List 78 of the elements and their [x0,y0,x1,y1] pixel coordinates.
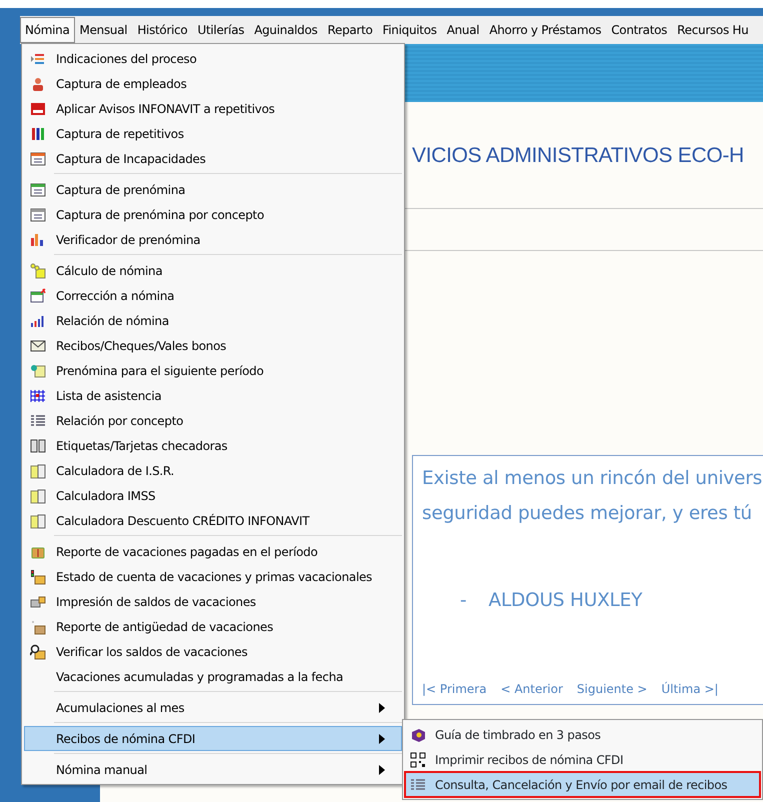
menu-item[interactable]: Acumulaciones al mes [24,695,402,720]
menu-item[interactable]: Captura de Incapacidades [24,146,402,171]
menu-item-icon [30,512,46,528]
menu-item-icon [30,362,46,378]
menu-item-icon [30,594,46,610]
pager-link[interactable]: |< Primera [422,680,487,698]
menu-item[interactable]: Calculadora Descuento CRÉDITO INFONAVIT [24,508,402,533]
menu-item[interactable]: Captura de empleados [24,71,402,96]
author-dash: - [460,589,466,613]
menu-bar-item[interactable]: Anual [442,17,484,43]
menu-item[interactable]: Captura de prenómina [24,177,402,202]
menu-bar-item[interactable]: Ahorro y Préstamos [484,17,606,43]
menu-bar-item[interactable]: Aguinaldos [249,17,322,43]
menu-bar-item[interactable]: Mensual [74,17,132,43]
menu-item[interactable]: Vacaciones acumuladas y programadas a la fecha [24,664,402,689]
menu-item-icon [30,412,46,428]
menu-item[interactable]: Recibos/Cheques/Vales bonos [24,333,402,358]
menu-item-icon [30,182,46,198]
pager-link[interactable]: Última >| [661,680,718,698]
menu-bar-item[interactable]: Finiquitos [378,17,442,43]
menu-item-icon [30,288,46,304]
quote-text-line: seguridad puedes mejorar, y eres tú [422,502,753,526]
submenu-arrow-icon [379,734,385,744]
menu-item-icon [30,568,46,584]
menu-item[interactable]: Captura de repetitivos [24,121,402,146]
menu-bar-item[interactable]: Reparto [322,17,378,43]
menu-item[interactable]: Corrección a nómina [24,283,402,308]
menu-item-icon [30,618,46,634]
menu-item-icon [30,462,46,478]
menu-item[interactable]: Reporte de vacaciones pagadas en el período [24,539,402,564]
menu-item[interactable]: Relación de nómina [24,308,402,333]
submenu-item[interactable]: Consulta, Cancelación y Envío por email de recibos [405,772,760,797]
menu-item-icon [30,644,46,660]
menu-item[interactable]: Etiquetas/Tarjetas checadoras [24,433,402,458]
menu-item-icon [30,76,46,92]
menu-item-icon [30,232,46,248]
menu-item[interactable]: Cálculo de nómina [24,258,402,283]
menu-item-icon [30,126,46,142]
pager-link[interactable]: Siguiente > [576,680,648,698]
menu-item-icon [30,488,46,504]
pager-link[interactable]: < Anterior [500,680,563,698]
quote-text-line: Existe al menos un rincón del univers [422,467,763,491]
menu-item-icon [30,100,46,116]
menu-item[interactable]: Impresión de saldos de vacaciones [24,589,402,614]
quote-author: ALDOUS HUXLEY [488,589,642,613]
company-title: VICIOS ADMINISTRATIVOS ECO-H [412,143,744,169]
menu-item[interactable]: Verificar los saldos de vacaciones [24,639,402,664]
menu-item[interactable]: Verificador de prenómina [24,227,402,252]
menu-item[interactable]: Relación por concepto [24,408,402,433]
menu-item-icon [30,388,46,404]
menu-item-icon [30,206,46,222]
submenu-item-icon [410,776,426,792]
menu-bar-item[interactable]: Contratos [606,17,672,43]
menu-item[interactable]: Reporte de antigüedad de vacaciones [24,614,402,639]
menu-item[interactable]: Aplicar Avisos INFONAVIT a repetitivos [24,96,402,121]
menu-item[interactable]: Captura de prenómina por concepto [24,202,402,227]
menu-item[interactable]: Recibos de nómina CFDI [24,726,402,751]
menu-item[interactable]: Prenómina para el siguiente período [24,358,402,383]
menu-item[interactable]: Indicaciones del proceso [24,46,402,71]
menu-bar-item[interactable]: Recursos Hu [672,17,754,43]
menu-item[interactable]: Calculadora IMSS [24,483,402,508]
menu-item-icon [30,338,46,354]
menu-bar-item[interactable]: Utilerías [192,17,250,43]
menu-item[interactable]: Nómina manual [24,757,402,782]
menu-bar-item[interactable]: Histórico [132,17,192,43]
menu-item[interactable]: Lista de asistencia [24,383,402,408]
submenu-item[interactable]: Imprimir recibos de nómina CFDI [405,747,760,772]
submenu-arrow-icon [379,764,385,774]
submenu-item[interactable]: Guía de timbrado en 3 pasos [405,722,760,747]
menu-item-icon [30,150,46,166]
menu-item-icon [30,438,46,454]
submenu-item-icon [410,752,426,768]
submenu-item-icon [410,726,426,742]
menu-item-icon [30,262,46,278]
menu-bar-item[interactable]: Nómina [20,17,75,43]
submenu-arrow-icon [379,702,385,712]
menu-item[interactable]: Calculadora de I.S.R. [24,458,402,483]
menu-item[interactable]: Estado de cuenta de vacaciones y primas vacacionales [24,564,402,589]
